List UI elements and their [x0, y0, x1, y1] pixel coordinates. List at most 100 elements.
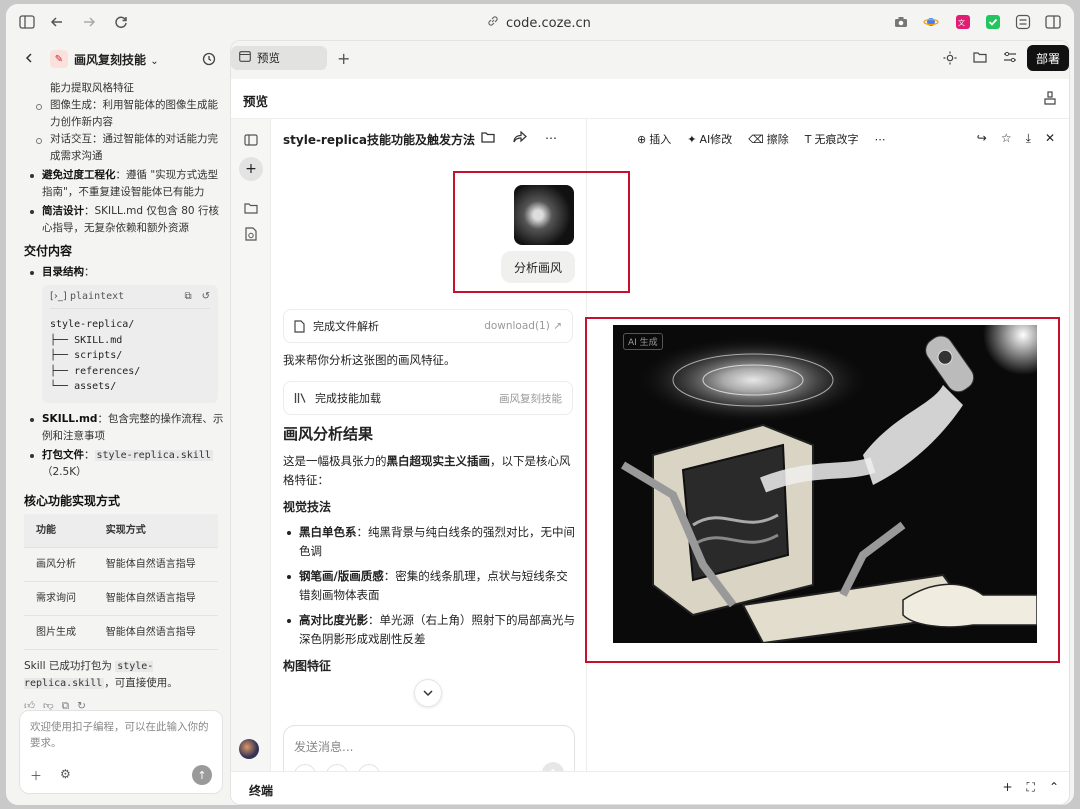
list-item: 钢笔画/版画质感：密集的线条肌理，点状与短线条交错刻画物体表面 [283, 567, 575, 605]
address-bar[interactable]: code.coze.cn [486, 14, 591, 31]
sidebar-toggle-icon[interactable] [18, 13, 36, 31]
ai-edit-tool[interactable]: ✦ AI修改 [687, 131, 732, 147]
preview-header: 预览 [231, 79, 1069, 119]
document-icon [294, 319, 305, 333]
terminal-bar: 终端 + ⛶ ⌃ [231, 771, 1069, 804]
chat-side-rail: + [231, 119, 271, 771]
analysis-result: 画风分析结果 这是一幅极具张力的黑白超现实主义插画，以下是核心风格特征： 视觉技… [283, 425, 575, 676]
deploy-button[interactable]: 部署 [1027, 45, 1069, 71]
sparkle-icon: ✦ [687, 132, 697, 146]
wrap-icon[interactable]: ↺ [202, 288, 210, 305]
visual-technique-list: 黑白单色系：纯黑背景与纯白线条的强烈对比，无中间色调 钢笔画/版画质感：密集的线… [283, 523, 575, 649]
file-parse-card[interactable]: 完成文件解析 download(1) ↗ [283, 309, 573, 343]
forward-arrow-icon[interactable] [80, 13, 98, 31]
download-icon[interactable]: ⤓ [1026, 131, 1031, 146]
translate-extension-icon[interactable]: 文 [954, 13, 972, 31]
chevron-left-icon[interactable] [24, 52, 34, 64]
more-icon[interactable]: ⋯ [875, 131, 886, 147]
star-icon[interactable]: ☆ [1001, 131, 1012, 146]
input-tools: @ ⌀ 💡︎ [294, 764, 380, 771]
workspace-tabbar: 预览 + 部署 [231, 41, 1069, 79]
text-edit-tool[interactable]: T 无痕改字 [805, 131, 859, 147]
settings-sliders-icon[interactable]: ⚙︎ [60, 767, 71, 781]
erase-tool[interactable]: ⌫ 擦除 [748, 131, 789, 147]
copy-icon[interactable]: ⧉ [184, 288, 191, 305]
result-intro: 这是一幅极具张力的黑白超现实主义插画，以下是核心风格特征： [283, 454, 571, 487]
share-icon[interactable] [513, 130, 527, 146]
link-icon [486, 14, 500, 28]
table-row: 画风分析 智能体自然语言指导 [24, 547, 218, 582]
svg-text:文: 文 [958, 18, 965, 27]
add-tab-icon[interactable]: + [337, 49, 350, 68]
file-refresh-icon[interactable] [242, 225, 260, 243]
library-icon [294, 392, 307, 404]
feature-table: 功能 实现方式 画风分析 智能体自然语言指导 需求询问 智能体自然语言指导 图片生成智… [24, 513, 218, 650]
eraser-icon: ⌫ [748, 132, 764, 146]
back-arrow-icon[interactable] [48, 13, 66, 31]
mention-icon[interactable]: @ [294, 764, 316, 771]
highlight-box-user-upload [453, 171, 630, 293]
message-placeholder: 发送消息... [294, 740, 354, 754]
send-button[interactable]: ↑ [542, 762, 564, 771]
send-button[interactable]: ↑ [192, 765, 212, 785]
lightbulb-icon[interactable]: 💡︎ [358, 764, 380, 771]
chat-message-input[interactable]: 发送消息... @ ⌀ 💡︎ ↑ [283, 725, 575, 771]
external-link-icon: ↗ [553, 320, 562, 332]
assistant-message-text: 我来帮你分析这张图的画风特征。 [283, 353, 456, 367]
add-terminal-icon[interactable]: + [1002, 780, 1012, 795]
attach-icon[interactable]: ⌀ [326, 764, 348, 771]
clean-brush-icon[interactable] [1043, 91, 1057, 105]
list-item: 简洁设计：SKILL.md 仅包含 80 行核心指导，无复杂依赖和额外资源 [24, 203, 224, 237]
sliders-icon[interactable] [1003, 51, 1017, 63]
project-logo-icon: ✎ [50, 50, 68, 68]
sun-icon[interactable] [943, 51, 957, 65]
history-icon[interactable] [202, 52, 216, 66]
plus-circle-icon: ⊕ [637, 132, 647, 146]
url-text: code.coze.cn [506, 16, 591, 31]
panel-toggle-icon[interactable] [242, 131, 260, 149]
split-view-icon[interactable] [1044, 13, 1062, 31]
share-icon[interactable]: ↪ [977, 131, 987, 146]
collapse-up-icon[interactable]: ⌃ [1049, 780, 1059, 795]
folder-icon[interactable] [973, 51, 987, 63]
new-chat-button[interactable]: + [239, 157, 263, 181]
avatar[interactable] [239, 739, 259, 759]
project-prompt-input[interactable]: 欢迎使用扣子编程，可以在此输入你的要求。 ＋ ⚙︎ ↑ [19, 710, 223, 794]
check-extension-icon[interactable] [984, 13, 1002, 31]
summary-text: Skill 已成功打包为 style-replica.skill ，可直接使用。 [24, 660, 178, 689]
reload-icon[interactable] [112, 13, 130, 31]
folder-icon[interactable] [481, 131, 495, 146]
scroll-down-button[interactable] [414, 679, 442, 707]
highlight-box-artwork [585, 317, 1060, 663]
chat-title: style-replica技能功能及触发方法 [283, 133, 476, 147]
table-row: 需求询问 智能体自然语言指导 [24, 581, 218, 616]
text-line: 能力提取风格特征 [50, 82, 134, 94]
section-heading: 视觉技法 [283, 500, 332, 514]
project-title[interactable]: 画风复刻技能 ⌄ [74, 51, 159, 68]
planet-extension-icon[interactable] [922, 13, 940, 31]
chevron-down-icon: ⌄ [150, 56, 159, 67]
camera-icon[interactable] [892, 13, 910, 31]
tab-preview[interactable]: 预览 [231, 46, 327, 70]
section-heading: 交付内容 [24, 244, 73, 258]
settings-extension-icon[interactable] [1014, 13, 1032, 31]
list-item: 打包文件： style-replica.skill （2.5K） [24, 447, 224, 481]
app-window: code.coze.cn 文 ✎ 画风复刻技能 ⌄ 能力提取风格特征 图像生成：… [6, 4, 1074, 805]
preview-title: 预览 [243, 94, 269, 109]
code-block-header: [›_] plaintext ⧉ ↺ [50, 289, 210, 309]
browser-toolbar: code.coze.cn 文 [6, 4, 1074, 40]
list-item: 图像生成：利用智能体的图像生成能力创作新内容 [24, 97, 224, 131]
terminal-icon: [›_] [50, 291, 67, 302]
list-item: SKILL.md：包含完整的操作流程、示例和注意事项 [24, 411, 224, 445]
skill-load-card[interactable]: 完成技能加载 画风复刻技能 [283, 381, 573, 415]
code-block: [›_] plaintext ⧉ ↺ style-replica/ ├── SKI… [42, 285, 218, 403]
close-icon[interactable]: ✕ [1045, 131, 1055, 146]
terminal-actions: + ⛶ ⌃ [1002, 780, 1059, 795]
expand-icon[interactable]: ⛶ [1027, 780, 1035, 795]
more-icon[interactable]: ⋯ [545, 131, 557, 146]
add-icon[interactable]: ＋ [30, 767, 42, 784]
insert-tool[interactable]: ⊕ 插入 [637, 131, 671, 147]
table-row: 图片生成 智能体自然语言指导 [24, 615, 218, 650]
assistant-message: 能力提取风格特征 图像生成：利用智能体的图像生成能力创作新内容 对话交互：通过智… [24, 80, 224, 715]
folder-icon[interactable] [242, 199, 260, 217]
